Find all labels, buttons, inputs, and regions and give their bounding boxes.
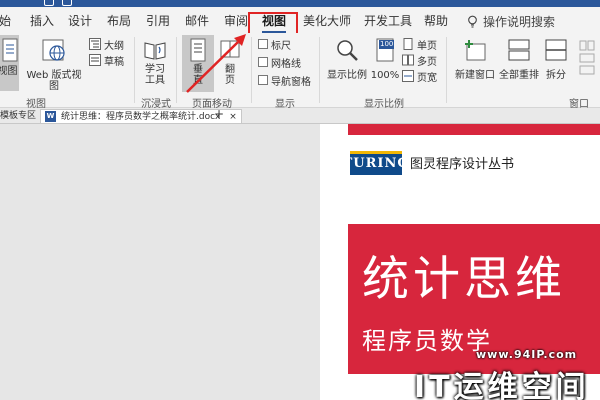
split-icon xyxy=(545,39,567,61)
group-divider xyxy=(319,37,320,103)
zoom-100-button[interactable]: 100 100% xyxy=(370,38,400,81)
page-width-icon xyxy=(402,70,414,82)
group-divider xyxy=(134,37,135,103)
web-layout-label: Web 版式视图 xyxy=(26,70,82,92)
draft-icon xyxy=(89,54,101,66)
new-tab-button[interactable]: + xyxy=(214,107,224,121)
lightbulb-icon xyxy=(468,15,477,28)
side-pages-icon xyxy=(220,40,240,58)
ribbon-view: 视图 Web 版式视图 大纲 草稿 视图 学习 工具 沉浸式 垂 直 翻 页 页… xyxy=(0,33,600,110)
ribbon-tab-bar: 始 插入 设计 布局 引用 邮件 审阅 视图 美化大师 开发工具 帮助 操作说明… xyxy=(0,7,600,40)
learning-tools-label-1: 学习 xyxy=(145,64,165,75)
gridlines-label: 网格线 xyxy=(271,58,301,70)
tab-help[interactable]: 帮助 xyxy=(424,12,448,30)
window-small-options[interactable] xyxy=(578,39,598,79)
side-label-2: 页 xyxy=(225,75,235,86)
new-window-button[interactable]: 新建窗口 xyxy=(452,38,498,81)
gridlines-checkbox[interactable]: 网格线 xyxy=(258,55,301,70)
navigation-pane-label: 导航窗格 xyxy=(271,76,311,88)
group-divider xyxy=(251,37,252,103)
template-zone-tab[interactable]: 模板专区 xyxy=(0,109,36,123)
tab-references[interactable]: 引用 xyxy=(146,12,170,30)
side-to-side-button[interactable]: 翻 页 xyxy=(218,38,242,86)
vertical-label-1: 垂 xyxy=(193,64,203,75)
multiple-pages-icon xyxy=(402,54,414,66)
active-document-tab[interactable]: W 统计思维：程序员数学之概率统计.docx × xyxy=(40,109,242,123)
page-width-label: 页宽 xyxy=(417,72,437,84)
tell-me-search[interactable]: 操作说明搜索 xyxy=(466,12,555,30)
cover-top-band xyxy=(348,124,600,135)
ruler-checkbox[interactable]: 标尺 xyxy=(258,37,291,52)
page-view-icon xyxy=(2,38,17,62)
quick-access-icon[interactable] xyxy=(62,0,72,6)
learning-tools-label-2: 工具 xyxy=(145,75,165,86)
watermark-url: www.94IP.com xyxy=(476,348,578,361)
learning-tools-button[interactable]: 学习 工具 xyxy=(140,38,170,86)
multiple-pages-label: 多页 xyxy=(417,56,437,68)
new-window-label: 新建窗口 xyxy=(455,70,495,81)
vertical-label-2: 直 xyxy=(193,75,203,86)
arrange-all-label: 全部重排 xyxy=(499,70,539,81)
navigation-pane-check-box[interactable] xyxy=(258,75,268,85)
quick-access-icon[interactable] xyxy=(44,0,54,6)
turing-logo: TURING xyxy=(343,151,408,175)
tab-review[interactable]: 审阅 xyxy=(224,12,248,30)
gridlines-check-box[interactable] xyxy=(258,57,268,67)
draft-label: 草稿 xyxy=(104,56,124,68)
zoom-100-badge: 100 xyxy=(379,40,395,49)
vertical-scroll-button[interactable]: 垂 直 xyxy=(182,35,214,92)
split-label: 拆分 xyxy=(546,70,566,81)
tab-insert[interactable]: 插入 xyxy=(30,12,54,30)
outline-label: 大纲 xyxy=(104,40,124,52)
document-tab-bar: 模板专区 W 统计思维：程序员数学之概率统计.docx × + xyxy=(0,107,600,124)
word-doc-icon: W xyxy=(45,111,56,122)
book-series-name: 图灵程序设计丛书 xyxy=(410,157,515,172)
magnifier-icon xyxy=(337,40,358,61)
ruler-label: 标尺 xyxy=(271,40,291,52)
one-page-button[interactable]: 单页 xyxy=(402,37,437,52)
multiple-pages-button[interactable]: 多页 xyxy=(402,53,437,68)
ruler-check-box[interactable] xyxy=(258,39,268,49)
title-bar xyxy=(0,0,600,7)
new-window-icon xyxy=(465,40,486,61)
tell-me-label: 操作说明搜索 xyxy=(483,14,556,29)
book-title: 统计思维 xyxy=(362,252,566,307)
zoom-100-label: 100% xyxy=(370,70,400,81)
draft-button[interactable]: 草稿 xyxy=(89,53,124,68)
split-button[interactable]: 拆分 xyxy=(542,38,570,81)
turing-logo-text: TURING xyxy=(342,155,410,171)
group-divider xyxy=(176,37,177,103)
book-subtitle: 程序员数学 xyxy=(362,327,492,355)
web-layout-icon xyxy=(42,39,65,61)
active-document-name: 统计思维：程序员数学之概率统计.docx xyxy=(61,112,221,122)
arrange-all-button[interactable]: 全部重排 xyxy=(498,38,540,81)
tab-developer[interactable]: 开发工具 xyxy=(364,12,412,30)
outline-button[interactable]: 大纲 xyxy=(89,37,124,52)
side-label-1: 翻 xyxy=(225,64,235,75)
outline-icon xyxy=(89,38,101,50)
web-layout-button[interactable]: Web 版式视图 xyxy=(22,38,86,92)
tab-home[interactable]: 始 xyxy=(0,12,11,30)
side-by-side-icon xyxy=(579,40,595,75)
close-tab-icon[interactable]: × xyxy=(229,112,237,122)
group-divider xyxy=(446,37,447,103)
tab-design[interactable]: 设计 xyxy=(68,12,92,30)
tab-layout[interactable]: 布局 xyxy=(107,12,131,30)
vertical-pages-icon xyxy=(190,38,206,62)
arrange-all-icon xyxy=(508,39,530,61)
zoom-button[interactable]: 显示比例 xyxy=(326,38,368,81)
tab-beautify-master[interactable]: 美化大师 xyxy=(303,12,351,30)
book-reader-icon xyxy=(144,42,166,60)
watermark-brand: IT运维空间 xyxy=(414,370,590,400)
zoom-100-icon: 100 xyxy=(374,38,396,62)
navigation-pane-checkbox[interactable]: 导航窗格 xyxy=(258,73,311,88)
read-view-label: 视图 xyxy=(0,66,18,77)
one-page-label: 单页 xyxy=(417,40,437,52)
zoom-label: 显示比例 xyxy=(327,70,367,81)
page-width-button[interactable]: 页宽 xyxy=(402,69,437,84)
tab-mailings[interactable]: 邮件 xyxy=(185,12,209,30)
one-page-icon xyxy=(403,38,413,50)
read-view-button[interactable]: 视图 xyxy=(0,35,19,91)
